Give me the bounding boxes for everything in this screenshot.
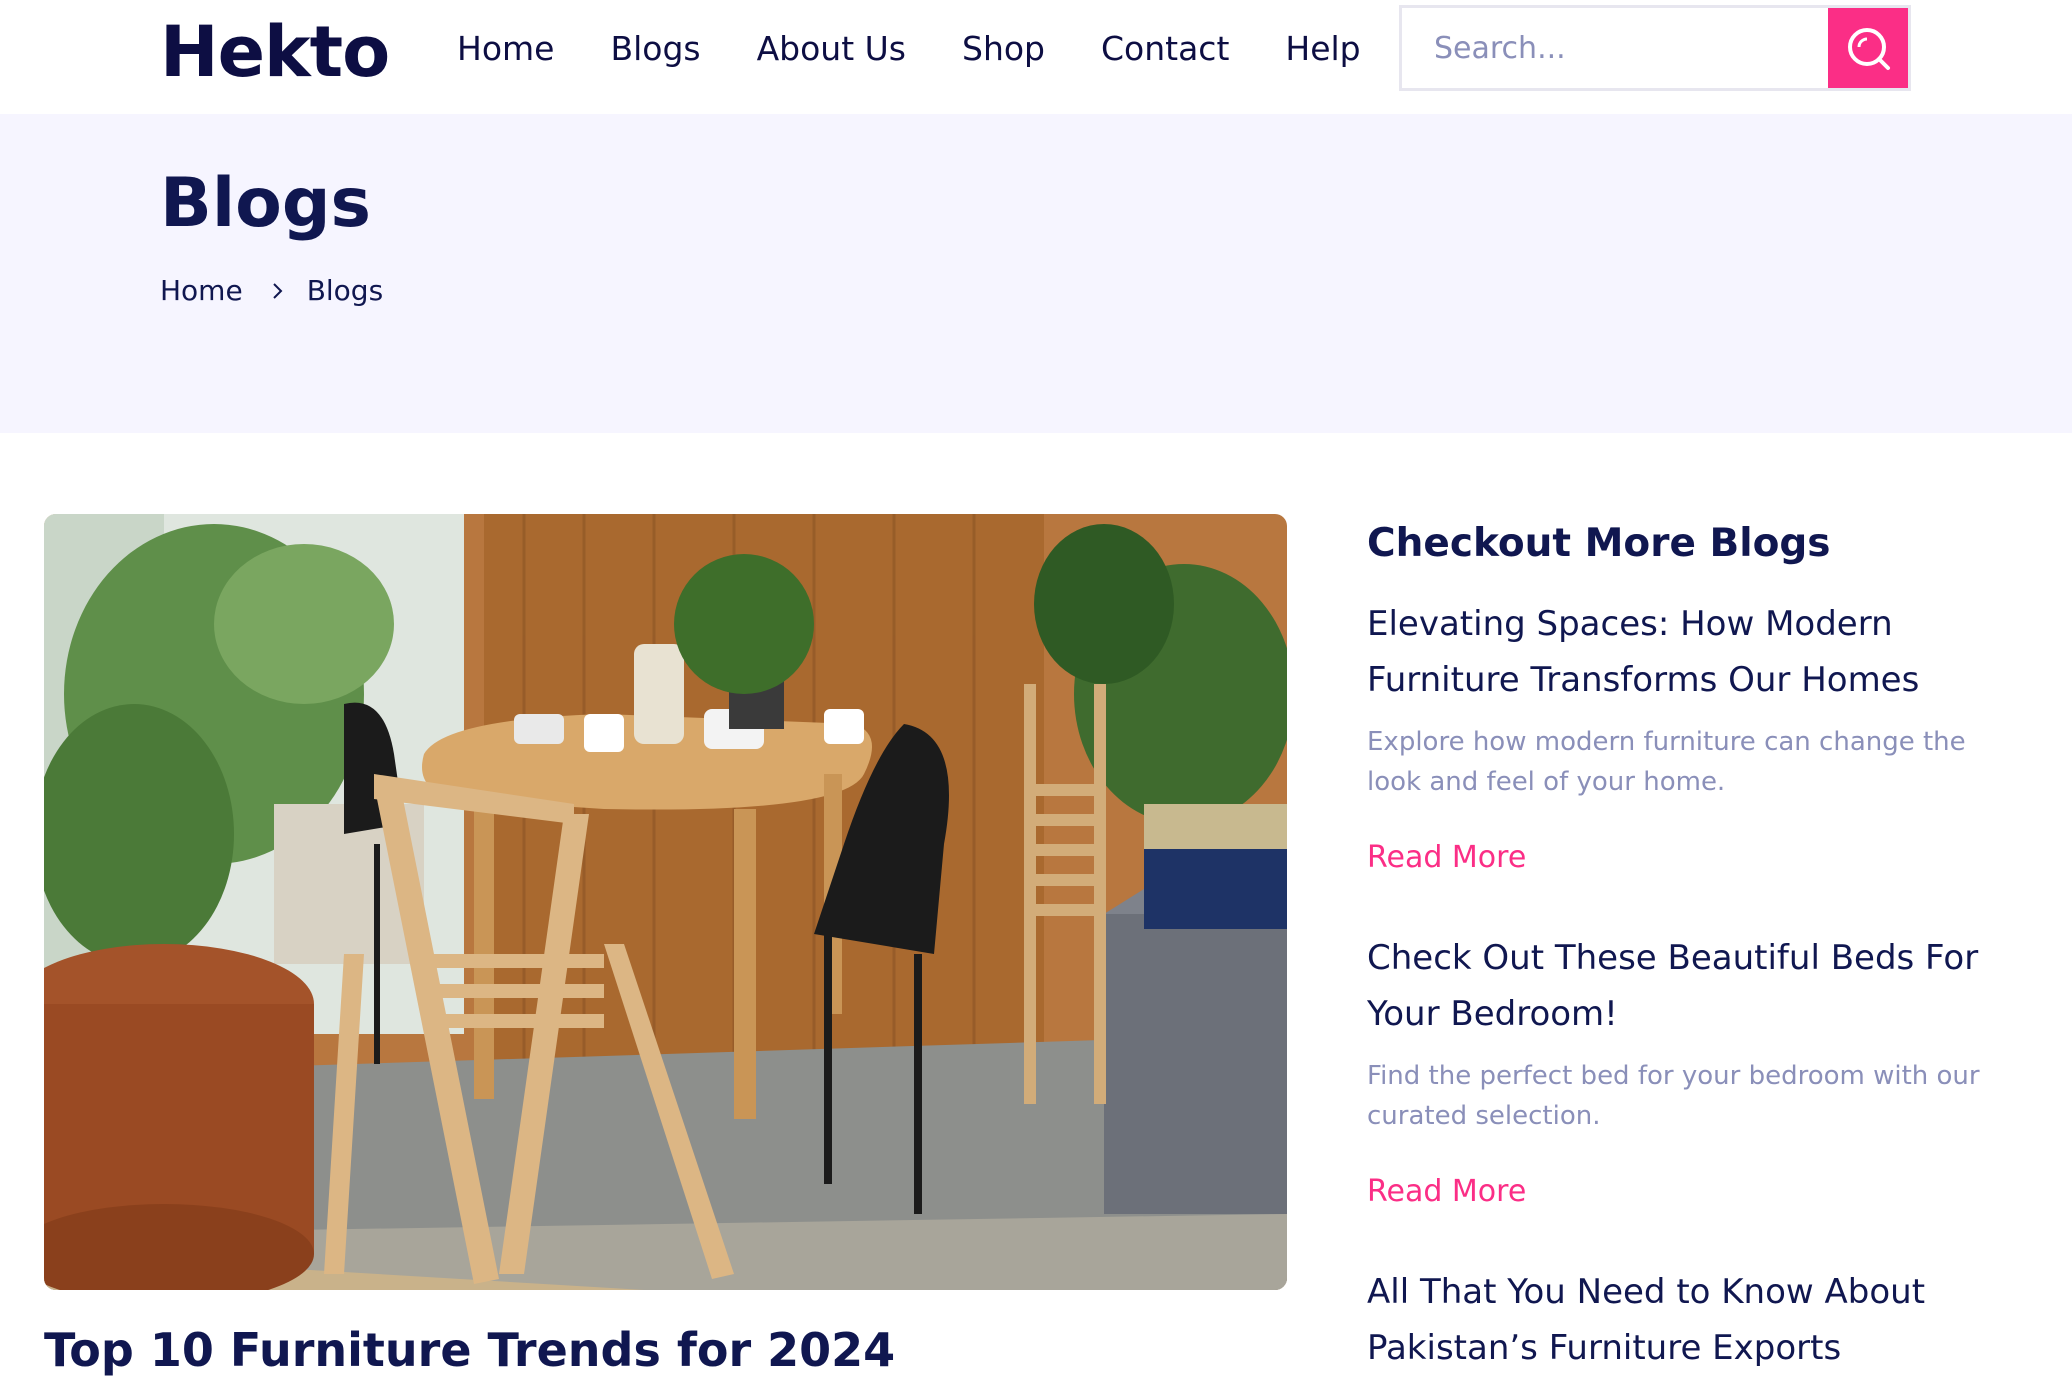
sidebar-blog-item: All That You Need to Know About Pakistan… xyxy=(1367,1264,2007,1376)
sidebar-blog-item: Elevating Spaces: How Modern Furniture T… xyxy=(1367,596,2007,878)
breadcrumb: Home Blogs xyxy=(160,274,383,307)
sidebar-heading: Checkout More Blogs xyxy=(1367,521,1831,566)
search-icon xyxy=(1848,28,1890,70)
search-button[interactable] xyxy=(1828,8,1908,88)
nav-help[interactable]: Help xyxy=(1285,26,1360,72)
featured-post-image[interactable] xyxy=(44,514,1287,1290)
page-banner: Blogs Home Blogs xyxy=(0,114,2072,433)
sidebar-blog-description: Find the perfect bed for your bedroom wi… xyxy=(1367,1061,1980,1131)
search-input[interactable] xyxy=(1402,8,1828,88)
dining-room-photo xyxy=(44,514,1287,1290)
nav-blogs[interactable]: Blogs xyxy=(610,26,700,72)
nav-shop[interactable]: Shop xyxy=(962,26,1045,72)
breadcrumb-home[interactable]: Home xyxy=(160,274,243,307)
read-more-link[interactable]: Read More xyxy=(1367,1172,1526,1212)
sidebar-blog-title[interactable]: All That You Need to Know About Pakistan… xyxy=(1367,1264,2007,1376)
search-bar xyxy=(1399,5,1911,91)
nav-home[interactable]: Home xyxy=(457,26,554,72)
post-title[interactable]: Top 10 Furniture Trends for 2024 xyxy=(44,1320,895,1380)
sidebar-blog-title[interactable]: Check Out These Beautiful Beds For Your … xyxy=(1367,930,2007,1042)
main-nav: Home Blogs About Us Shop Contact Help xyxy=(457,26,1417,72)
chevron-right-icon xyxy=(271,281,285,301)
sidebar-blog-description: Explore how modern furniture can change … xyxy=(1367,727,1966,797)
nav-contact[interactable]: Contact xyxy=(1101,26,1229,72)
page-title: Blogs xyxy=(160,164,372,243)
site-logo[interactable]: Hekto xyxy=(160,6,390,98)
sidebar-blog-item: Check Out These Beautiful Beds For Your … xyxy=(1367,930,2007,1212)
breadcrumb-current: Blogs xyxy=(306,274,384,307)
read-more-link[interactable]: Read More xyxy=(1367,838,1526,878)
site-header: Hekto Home Blogs About Us Shop Contact H… xyxy=(0,0,2072,114)
sidebar-more-blogs: Checkout More Blogs Elevating Spaces: Ho… xyxy=(1367,514,2007,1376)
nav-about-us[interactable]: About Us xyxy=(757,26,906,72)
sidebar-blog-title[interactable]: Elevating Spaces: How Modern Furniture T… xyxy=(1367,596,2007,708)
